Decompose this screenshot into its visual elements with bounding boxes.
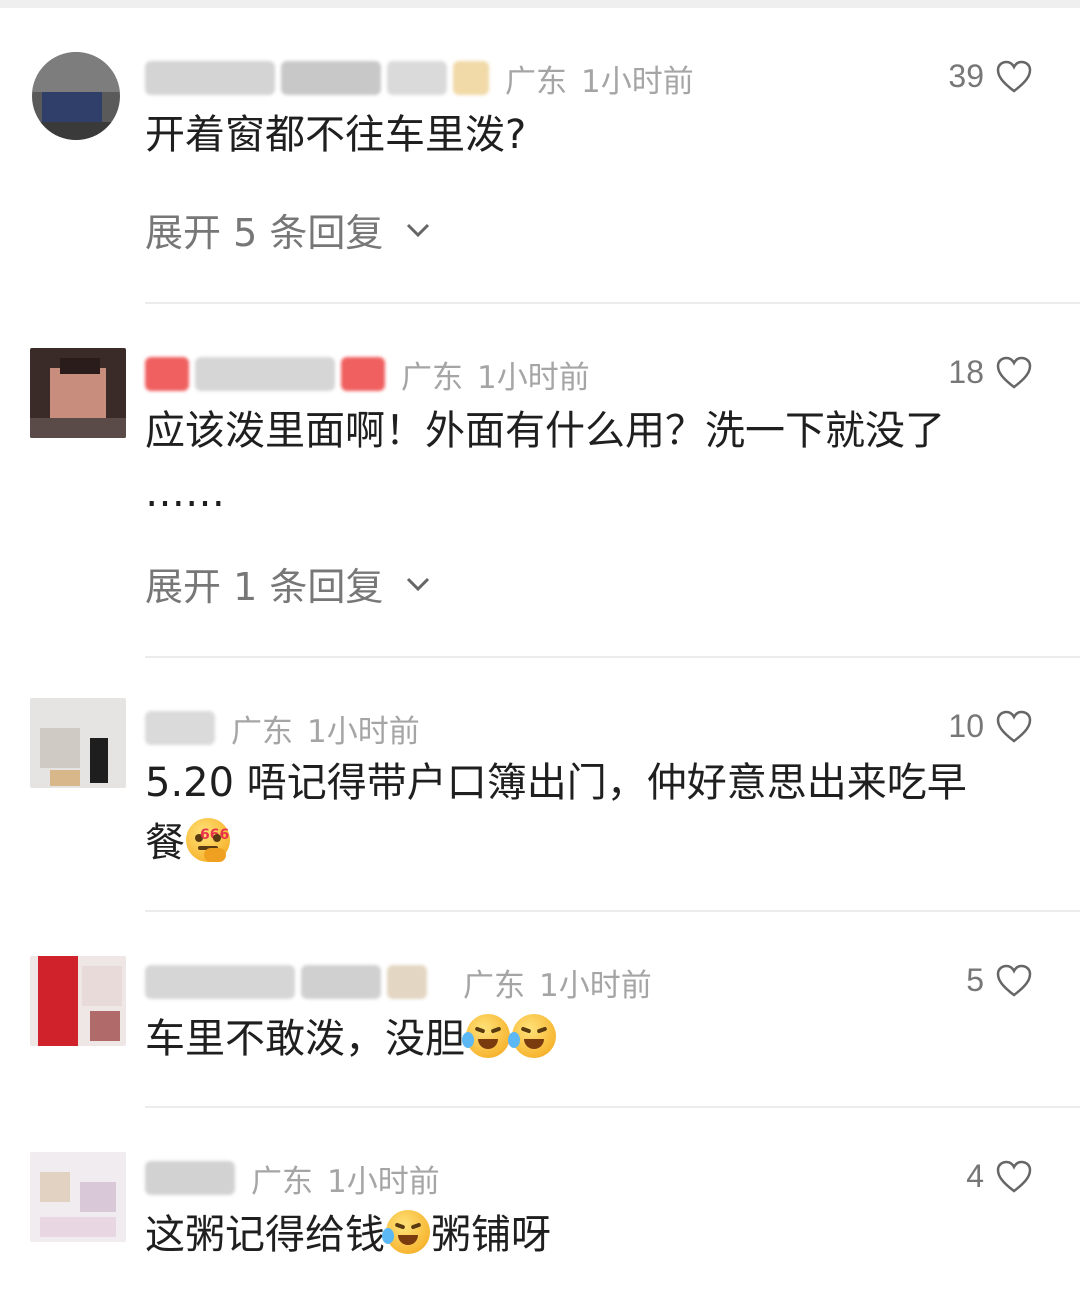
heart-icon xyxy=(996,60,1032,93)
like-count: 10 xyxy=(948,708,984,744)
badge xyxy=(341,357,385,391)
heart-icon xyxy=(996,710,1032,743)
like-button[interactable]: 10 xyxy=(948,708,1032,745)
chevron-down-icon xyxy=(407,577,430,591)
username-row: 广东 1小时前 xyxy=(145,354,590,396)
comment-location: 广东 xyxy=(251,1163,313,1200)
comment-text: 车里不敢泼，没胆 xyxy=(145,1016,465,1062)
like-button[interactable]: 18 xyxy=(948,354,1032,391)
avatar[interactable] xyxy=(30,1152,126,1242)
comment-text: 开着窗都不往车里泼? xyxy=(145,112,527,158)
badge xyxy=(453,61,489,95)
laugh-cry-emoji xyxy=(508,1014,556,1058)
heart-icon xyxy=(996,356,1032,389)
divider xyxy=(145,910,1080,912)
username-blurred[interactable] xyxy=(145,61,275,95)
chevron-down-icon xyxy=(407,223,430,237)
laugh-cry-emoji xyxy=(382,1210,430,1254)
username-row: 广东 1小时前 xyxy=(145,58,694,100)
comment-text: 5.20 唔记得带户口簿出门，仲好意思出来吃早 xyxy=(145,760,967,806)
comment-time: 1小时前 xyxy=(327,1163,440,1200)
comment-time: 1小时前 xyxy=(477,359,590,396)
avatar[interactable] xyxy=(30,956,126,1046)
top-edge xyxy=(0,0,1080,8)
username-blurred[interactable] xyxy=(281,61,381,95)
username-row: 广东 1小时前 xyxy=(145,1158,440,1200)
comment-text: 这粥记得给钱 xyxy=(145,1212,385,1258)
comment-list-page: 广东 1小时前 39 开着窗都不往车里泼? 展开 5 条回复 广东 1小时前 1… xyxy=(0,0,1080,1290)
avatar[interactable] xyxy=(30,698,126,788)
divider xyxy=(145,656,1080,658)
username-blurred[interactable] xyxy=(301,965,381,999)
expand-replies-label: 展开 1 条回复 xyxy=(145,565,384,609)
like-button[interactable]: 4 xyxy=(966,1158,1032,1195)
comment-location: 广东 xyxy=(401,359,463,396)
comment-location: 广东 xyxy=(463,967,525,1004)
avatar[interactable] xyxy=(32,52,120,140)
badge xyxy=(145,357,189,391)
comment-text-end: 餐 xyxy=(145,820,185,866)
username-blurred[interactable] xyxy=(145,1161,235,1195)
username-blurred[interactable] xyxy=(195,357,335,391)
thinking-666-emoji: 666 xyxy=(186,818,230,862)
comment-text-continued: …… xyxy=(145,470,225,516)
like-button[interactable]: 39 xyxy=(948,58,1032,95)
username-blurred[interactable] xyxy=(387,61,447,95)
expand-replies-label: 展开 5 条回复 xyxy=(145,211,384,255)
expand-replies-button[interactable]: 展开 1 条回复 xyxy=(145,556,431,611)
like-count: 39 xyxy=(948,58,984,94)
divider xyxy=(145,1106,1080,1108)
comment-location: 广东 xyxy=(231,713,293,750)
comment-text: 应该泼里面啊！外面有什么用？洗一下就没了 xyxy=(145,408,945,454)
comment-text-row: 车里不敢泼，没胆 xyxy=(145,1008,1025,1070)
username-blurred[interactable] xyxy=(145,711,215,745)
expand-replies-button[interactable]: 展开 5 条回复 xyxy=(145,202,431,257)
comment-text-row: 这粥记得给钱 粥铺呀 xyxy=(145,1204,1025,1266)
heart-icon xyxy=(996,1160,1032,1193)
like-count: 4 xyxy=(966,1158,984,1194)
username-row: 广东 1小时前 xyxy=(145,962,652,1004)
laugh-cry-emoji xyxy=(462,1014,510,1058)
badge xyxy=(387,965,427,999)
comment-location: 广东 xyxy=(505,63,567,100)
like-count: 5 xyxy=(966,962,984,998)
avatar[interactable] xyxy=(30,348,126,438)
comment-time: 1小时前 xyxy=(581,63,694,100)
username-row: 广东 1小时前 xyxy=(145,708,420,750)
divider xyxy=(145,302,1080,304)
heart-icon xyxy=(996,964,1032,997)
like-button[interactable]: 5 xyxy=(966,962,1032,999)
like-count: 18 xyxy=(948,354,984,390)
comment-text-continued: 餐 666 xyxy=(145,812,1025,874)
comment-time: 1小时前 xyxy=(539,967,652,1004)
comment-time: 1小时前 xyxy=(307,713,420,750)
username-blurred[interactable] xyxy=(145,965,295,999)
comment-text-end: 粥铺呀 xyxy=(431,1212,551,1258)
